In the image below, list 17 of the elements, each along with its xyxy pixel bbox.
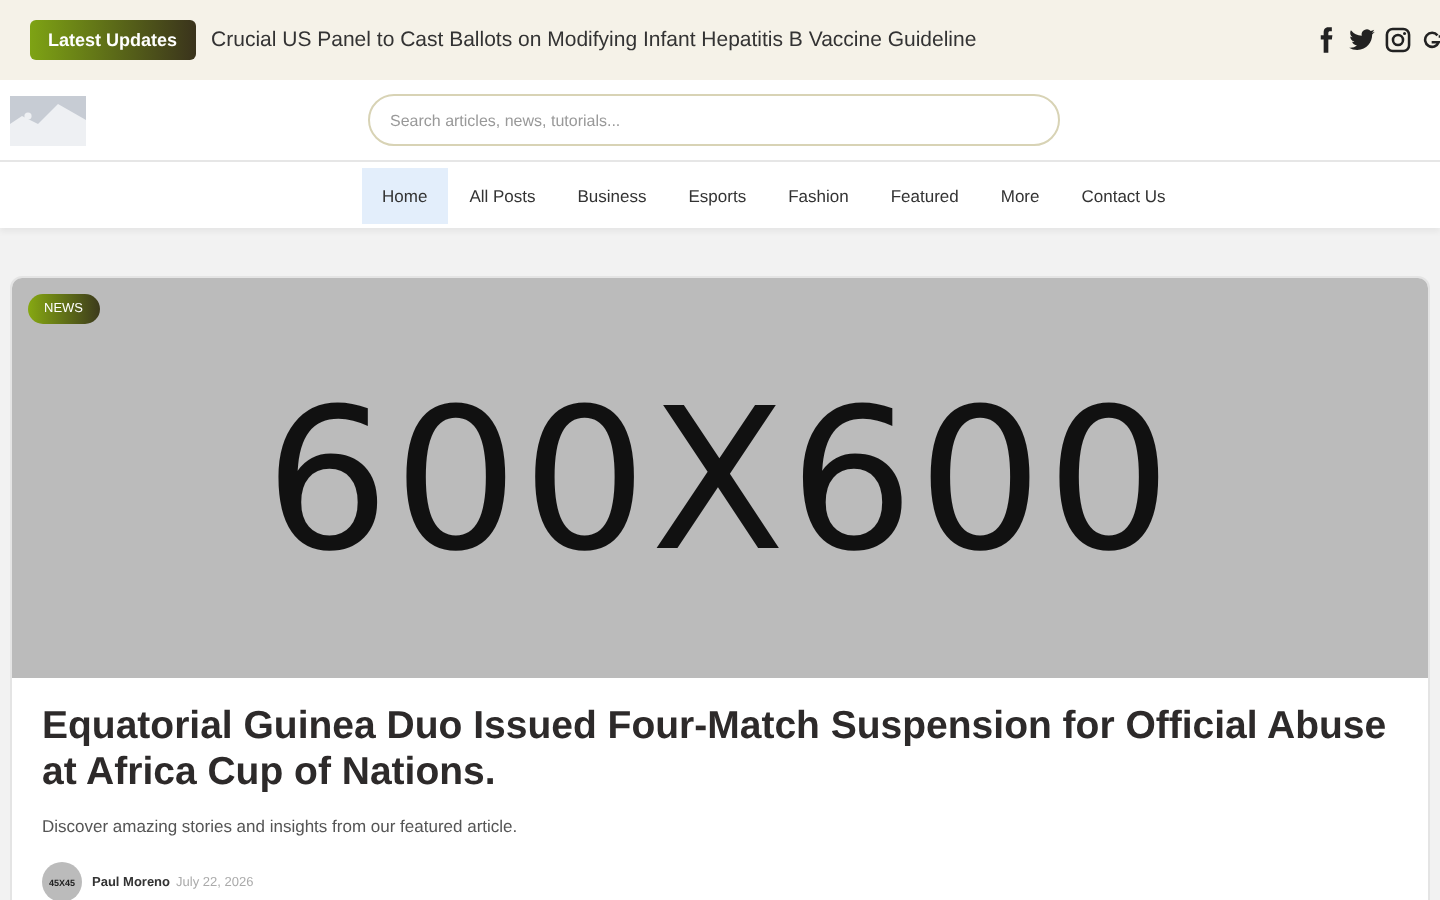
nav-link[interactable]: More (980, 167, 1060, 223)
article-excerpt: Discover amazing stories and insights from our featured article. (42, 816, 520, 836)
latest-updates-badge: Latest Updates (30, 20, 196, 60)
nav-link[interactable]: Esports (668, 167, 767, 223)
search-field[interactable]: Search articles, news, tutorials... (368, 94, 1060, 146)
nav-link[interactable]: Business (557, 167, 667, 223)
headline-link[interactable]: Crucial US Panel to Cast Ballots on Modifying Infant Hepatitis B Vaccine Guideline (211, 28, 1312, 52)
nav-link[interactable]: Contact Us (1061, 167, 1186, 223)
nav-link[interactable]: Featured (870, 167, 979, 223)
twitter-icon[interactable] (1348, 26, 1376, 54)
nav-link[interactable]: Fashion (768, 167, 869, 223)
nav-link[interactable]: All Posts (449, 167, 556, 223)
google-plus-icon[interactable] (1420, 26, 1440, 54)
article-title[interactable]: Equatorial Guinea Duo Issued Four-Match Suspension for Official Abuse at Africa Cup of Nations. (42, 704, 1398, 796)
instagram-icon[interactable] (1384, 26, 1412, 54)
placeholder-label: 600X600 (264, 368, 1176, 596)
nav-link[interactable]: Home (362, 167, 448, 223)
